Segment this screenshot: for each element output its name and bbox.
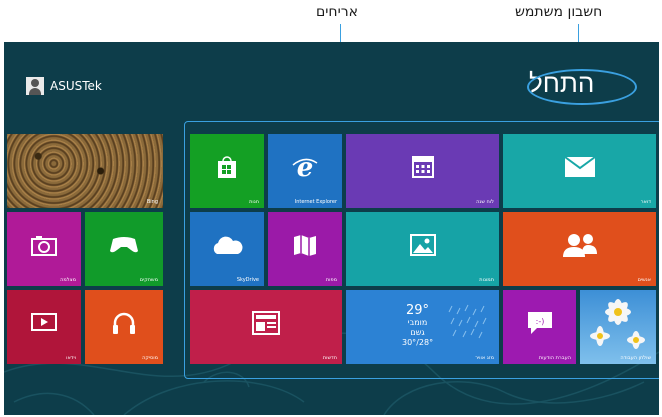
internet-explorer-icon: e xyxy=(292,153,318,181)
tile-label: חדשות xyxy=(322,355,337,361)
tile-label: חנות xyxy=(249,199,259,205)
headphones-icon xyxy=(113,313,135,335)
tile-news[interactable]: חדשות xyxy=(190,290,342,364)
map-icon xyxy=(294,235,316,257)
user-avatar-icon xyxy=(26,77,44,95)
tile-label: Internet Explorer xyxy=(294,199,337,205)
mail-icon xyxy=(563,156,596,178)
user-account[interactable]: ASUSTek xyxy=(26,77,102,95)
tile-label: Bing xyxy=(146,199,158,205)
store-bag-icon xyxy=(218,156,236,179)
svg-text::-): :-) xyxy=(535,317,544,326)
tile-mail[interactable]: דואר xyxy=(503,134,656,208)
cloud-icon xyxy=(213,236,243,255)
callout-user-account-ring xyxy=(527,69,637,105)
weather-info: 29° מומבי גשם 28°/30° xyxy=(402,304,433,348)
weather-temp: 29° xyxy=(406,303,430,318)
tile-label: אנשים xyxy=(637,277,651,283)
daisy-wallpaper-icon xyxy=(580,290,656,364)
start-screen: ASUSTek התחל Bing מצלמה משחקים וידאו מוס… xyxy=(4,42,659,415)
tile-store[interactable]: חנות xyxy=(190,134,264,208)
tile-label: לוח שנה xyxy=(476,199,494,205)
svg-text:e: e xyxy=(297,153,314,181)
tile-label: מפות xyxy=(325,277,337,283)
tile-games[interactable]: משחקים xyxy=(85,212,163,286)
tile-label: תמונות xyxy=(479,277,494,283)
tile-messaging[interactable]: :-) העברת הודעות xyxy=(503,290,576,364)
tile-camera[interactable]: מצלמה xyxy=(7,212,81,286)
tile-label: מזג אוויר xyxy=(475,355,494,361)
tile-skydrive[interactable]: SkyDrive xyxy=(190,212,264,286)
tile-bing[interactable]: Bing xyxy=(7,134,163,208)
tile-weather[interactable]: 29° מומבי גשם 28°/30° מזג אוויר xyxy=(346,290,499,364)
tile-label: מצלמה xyxy=(60,277,76,283)
tile-video[interactable]: וידאו xyxy=(7,290,81,364)
tile-photos[interactable]: תמונות xyxy=(346,212,499,286)
tile-label: וידאו xyxy=(66,355,76,361)
user-name: ASUSTek xyxy=(50,79,102,93)
people-icon xyxy=(562,234,597,258)
tile-label: שולחן העבודה xyxy=(620,355,651,361)
tile-label: משחקים xyxy=(139,277,158,283)
weather-range: 28°/30° xyxy=(402,338,434,347)
game-controller-icon xyxy=(110,237,138,253)
tile-music[interactable]: מוסיקה xyxy=(85,290,163,364)
tile-label: SkyDrive xyxy=(236,277,259,283)
weather-condition: גשם xyxy=(410,328,425,337)
tile-calendar[interactable]: לוח שנה xyxy=(346,134,499,208)
calendar-icon xyxy=(411,156,434,179)
callout-tiles: אריחים xyxy=(316,4,358,20)
tile-internet-explorer[interactable]: e Internet Explorer xyxy=(268,134,342,208)
news-icon xyxy=(252,311,280,336)
weather-city: מומבי xyxy=(407,318,428,327)
tile-label: מוסיקה xyxy=(142,355,158,361)
tile-label: העברת הודעות xyxy=(538,355,571,361)
tile-label: דואר xyxy=(640,199,651,205)
tile-maps[interactable]: מפות xyxy=(268,212,342,286)
message-bubble-icon: :-) xyxy=(527,312,552,335)
callout-user-account: חשבון משתמש xyxy=(515,4,603,20)
camera-icon xyxy=(31,236,57,257)
video-icon xyxy=(31,313,57,332)
tile-people[interactable]: אנשים xyxy=(503,212,656,286)
photo-icon xyxy=(409,234,436,257)
rain-icon xyxy=(448,304,487,339)
tile-desktop[interactable]: שולחן העבודה xyxy=(580,290,656,364)
